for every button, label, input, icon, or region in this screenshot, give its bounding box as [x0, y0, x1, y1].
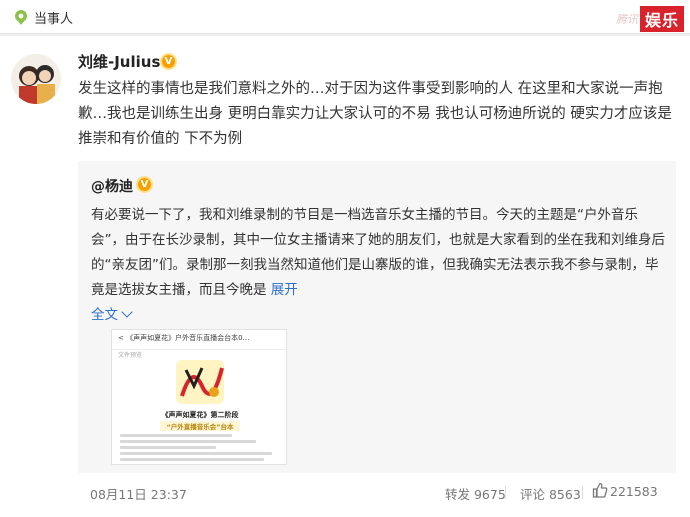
- full-text-label: 全文: [91, 307, 118, 323]
- post-timestamp[interactable]: 08月11日 23:37: [90, 484, 187, 503]
- topic-tag-label[interactable]: 当事人: [34, 8, 73, 27]
- repost-body: 有必要说一下了，我和刘维录制的节目是一档选音乐女主播的节目。今天的主题是“户外音…: [91, 203, 666, 328]
- divider: [505, 486, 506, 499]
- document-text-lines: [120, 434, 280, 464]
- weibo-post-card: 刘维-Julius V 发生这样的事情也是我们意料之外的…对于因为这件事受到影响…: [0, 36, 690, 517]
- back-arrow-icon: <: [118, 334, 127, 342]
- brand-logo: 娱乐: [639, 6, 684, 32]
- reposted-weibo[interactable]: @杨迪 V 有必要说一下了，我和刘维录制的节目是一档选音乐女主播的节目。今天的主…: [78, 161, 676, 473]
- verified-badge-icon: V: [136, 176, 153, 193]
- like-count[interactable]: 221583: [610, 484, 658, 499]
- thumbnail-title-bar: < 《声声如夏花》户外音乐直播会台本0…: [112, 330, 286, 350]
- comment-button[interactable]: 评论 8563: [520, 484, 581, 503]
- repost-author-name[interactable]: @杨迪: [91, 176, 133, 196]
- repost-button[interactable]: 转发 9675: [445, 484, 506, 503]
- attached-document-thumbnail[interactable]: < 《声声如夏花》户外音乐直播会台本0… 文件预览 《声声如夏花》第二阶段 “户…: [111, 329, 287, 465]
- chevron-down-icon: [121, 306, 133, 318]
- thumbnail-title: 《声声如夏花》户外音乐直播会台本0…: [126, 334, 250, 342]
- repost-body-text: 有必要说一下了，我和刘维录制的节目是一档选音乐女主播的节目。今天的主题是“户外音…: [91, 207, 665, 298]
- show-logo-art: [176, 360, 224, 404]
- brand-watermark: 腾讯 娱乐: [615, 6, 684, 32]
- watermark-text: 腾讯: [615, 13, 638, 26]
- document-subtitle: “户外直播音乐会”台本: [160, 421, 240, 431]
- post-body-text: 发生这样的事情也是我们意料之外的…对于因为这件事受到影响的人 在这里和大家说一声…: [78, 81, 672, 147]
- avatar-illustration: [11, 54, 61, 104]
- divider: [582, 486, 583, 499]
- document-title: 《声声如夏花》第二阶段: [161, 411, 239, 419]
- author-avatar[interactable]: [11, 54, 61, 104]
- verified-badge-icon: V: [160, 53, 177, 70]
- post-footer: 08月11日 23:37 转发 9675 评论 8563 221583: [0, 473, 690, 517]
- post-author-name[interactable]: 刘维-Julius: [78, 51, 160, 72]
- thumbs-up-icon[interactable]: [592, 482, 608, 498]
- full-text-link[interactable]: 全文: [91, 306, 133, 323]
- expand-link[interactable]: 展开: [271, 282, 298, 298]
- location-tag-icon: [15, 10, 27, 25]
- topic-header-bar: 当事人 腾讯 娱乐: [0, 0, 690, 34]
